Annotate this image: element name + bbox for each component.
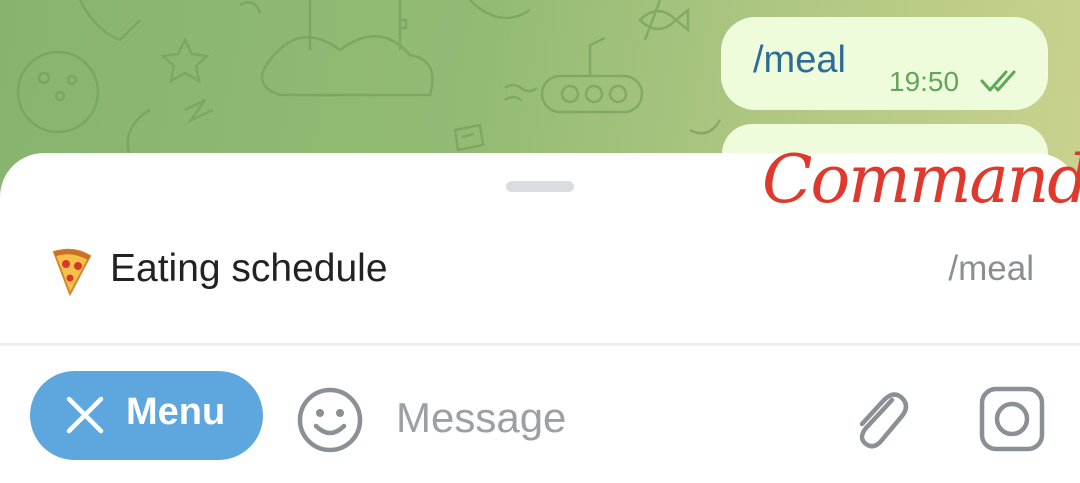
- message-time: 19:50: [889, 66, 960, 97]
- close-icon: [66, 396, 104, 434]
- message-input[interactable]: [396, 390, 816, 446]
- menu-button-label: Menu: [126, 391, 226, 433]
- command-item[interactable]: Eating schedule /meal: [0, 233, 1080, 309]
- emoji-icon[interactable]: [296, 386, 364, 454]
- menu-button[interactable]: Menu: [30, 371, 263, 460]
- command-name: /meal: [948, 249, 1034, 288]
- message-input-bar: Menu: [0, 346, 1080, 483]
- command-description: Eating schedule: [110, 247, 388, 290]
- camera-icon[interactable]: [978, 385, 1046, 453]
- pizza-icon: [52, 248, 92, 296]
- message-text: /meal: [753, 39, 846, 81]
- double-check-icon: [980, 70, 1016, 92]
- sheet-drag-handle[interactable]: [506, 181, 574, 192]
- paperclip-icon[interactable]: [848, 384, 910, 454]
- outgoing-message-bubble[interactable]: /meal 19:50: [721, 17, 1048, 110]
- annotation-label: Command: [762, 141, 1080, 218]
- commands-sheet: Command Eating schedule /meal: [0, 141, 1080, 343]
